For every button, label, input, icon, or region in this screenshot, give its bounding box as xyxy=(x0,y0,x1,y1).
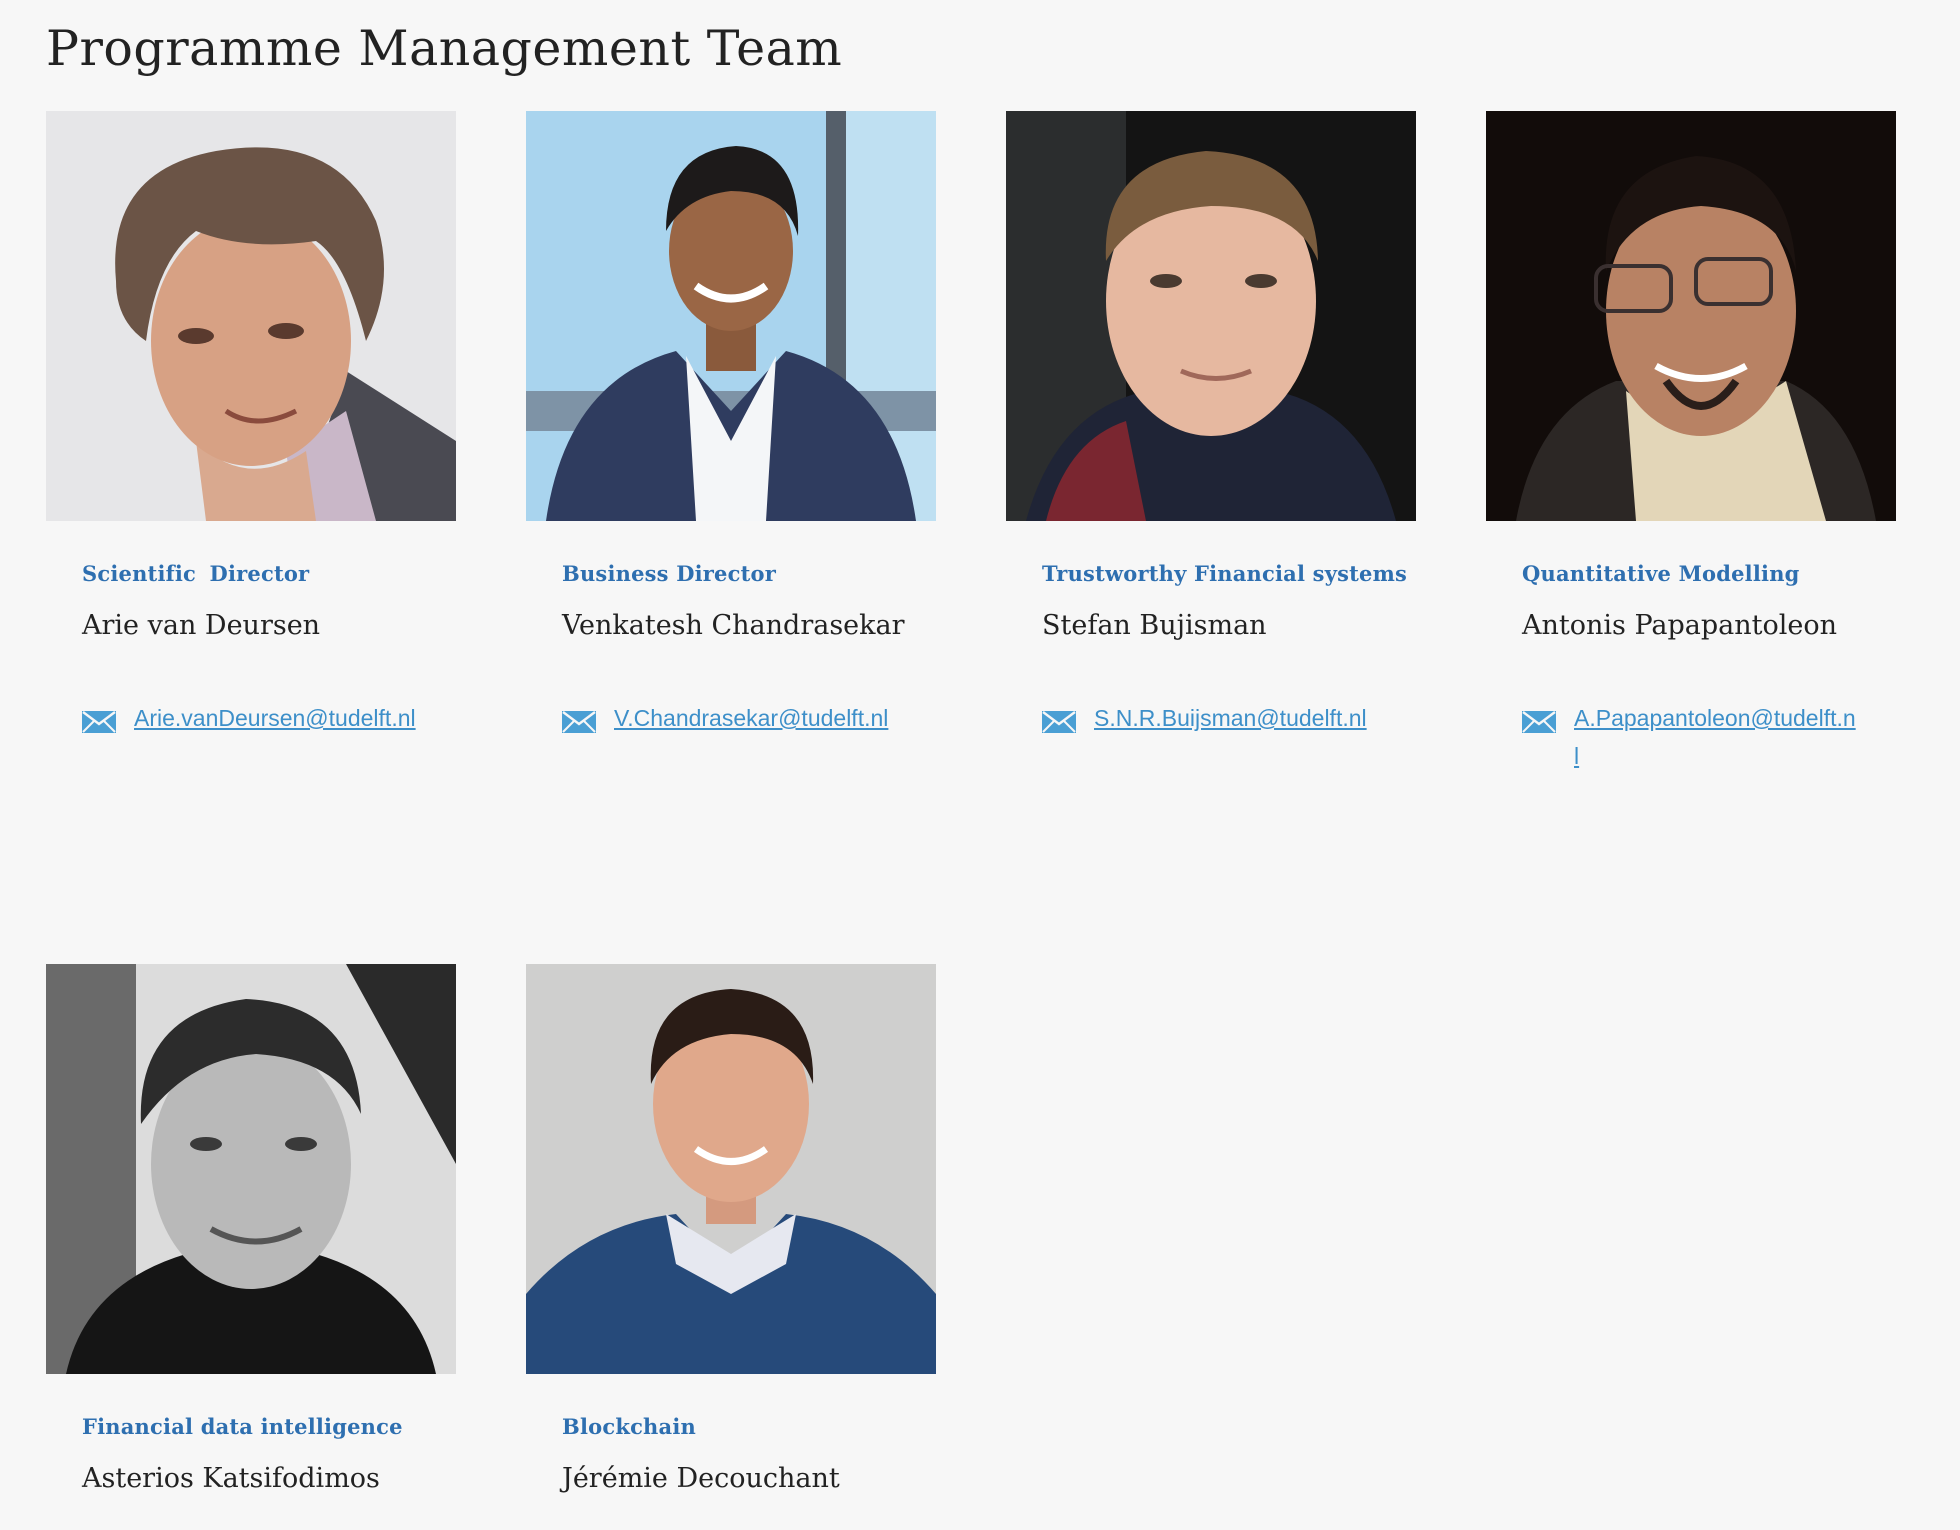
team-member-photo xyxy=(526,964,936,1374)
team-member-role: Financial data intelligence xyxy=(82,1414,403,1439)
team-member-role: Blockchain xyxy=(562,1414,696,1439)
team-member-card: Blockchain Jérémie Decouchant xyxy=(526,964,936,1494)
team-member-name: Stefan Bujisman xyxy=(1042,610,1267,641)
email-row: Arie.vanDeursen@tudelft.nl xyxy=(82,705,442,737)
team-member-name: Antonis Papapantoleon xyxy=(1522,610,1838,641)
team-member-card: Quantitative Modelling Antonis Papapanto… xyxy=(1486,111,1896,775)
envelope-icon xyxy=(82,711,116,733)
portrait-image xyxy=(1006,111,1416,521)
email-link[interactable]: A.Papapantoleon@tudelft.nl xyxy=(1574,699,1860,775)
portrait-image xyxy=(526,111,936,521)
team-member-card: Business Director Venkatesh Chandrasekar… xyxy=(526,111,936,737)
portrait-image xyxy=(526,964,936,1374)
team-member-name: Arie van Deursen xyxy=(82,610,321,641)
team-member-role: Business Director xyxy=(562,561,776,586)
team-member-card: Trustworthy Financial systems Stefan Buj… xyxy=(1006,111,1416,737)
team-member-card: Financial data intelligence Asterios Kat… xyxy=(46,964,456,1494)
envelope-icon xyxy=(562,711,596,733)
team-member-name: Venkatesh Chandrasekar xyxy=(562,610,905,641)
email-row: V.Chandrasekar@tudelft.nl xyxy=(562,705,922,737)
envelope-icon xyxy=(1522,711,1556,733)
team-member-card: Scientific Director Arie van Deursen Ari… xyxy=(46,111,456,737)
team-member-role: Trustworthy Financial systems xyxy=(1042,561,1408,586)
email-link[interactable]: Arie.vanDeursen@tudelft.nl xyxy=(134,699,416,737)
team-member-photo xyxy=(1486,111,1896,521)
email-link[interactable]: V.Chandrasekar@tudelft.nl xyxy=(614,699,888,737)
team-member-name: Jérémie Decouchant xyxy=(562,1463,840,1494)
team-member-role: Quantitative Modelling xyxy=(1522,561,1800,586)
email-row: S.N.R.Buijsman@tudelft.nl xyxy=(1042,705,1402,737)
portrait-image xyxy=(1486,111,1896,521)
email-row: A.Papapantoleon@tudelft.nl xyxy=(1522,705,1882,775)
portrait-image xyxy=(46,111,456,521)
portrait-image xyxy=(46,964,456,1374)
team-member-photo xyxy=(46,111,456,521)
email-link[interactable]: S.N.R.Buijsman@tudelft.nl xyxy=(1094,699,1367,737)
team-member-photo xyxy=(526,111,936,521)
team-member-name: Asterios Katsifodimos xyxy=(82,1463,380,1494)
team-member-photo xyxy=(46,964,456,1374)
page-title: Programme Management Team xyxy=(46,20,843,77)
team-member-photo xyxy=(1006,111,1416,521)
envelope-icon xyxy=(1042,711,1076,733)
team-member-role: Scientific Director xyxy=(82,561,310,586)
